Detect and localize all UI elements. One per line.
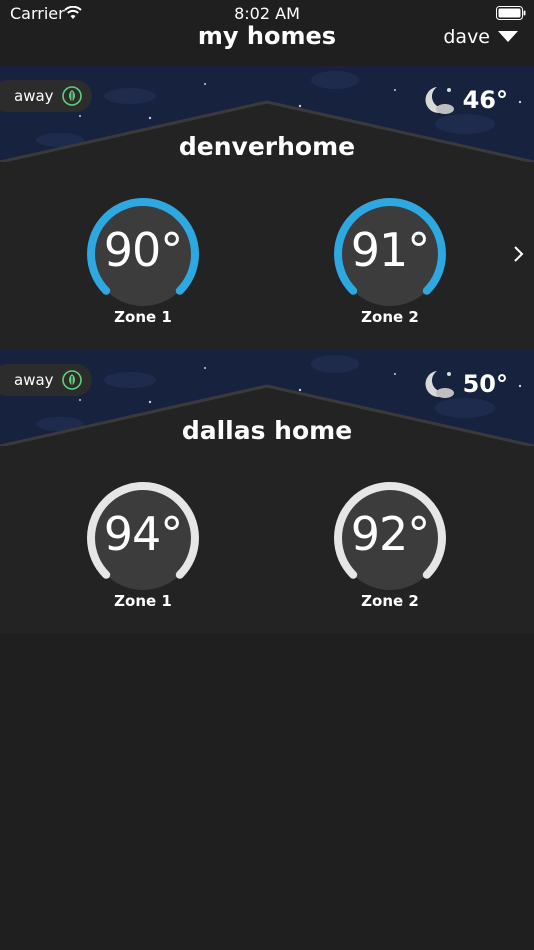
home-card[interactable]: away 46° denverhome 90° Zone 1 91° Zone … [0, 66, 534, 350]
weather-display: 46° [421, 84, 508, 116]
zone-thermostat[interactable]: 90° Zone 1 [83, 196, 203, 326]
nav-bar: my homes dave [0, 22, 534, 66]
zone-label: Zone 2 [361, 308, 419, 326]
zone-thermostat[interactable]: 94° Zone 1 [83, 480, 203, 610]
zone-temperature: 90° [103, 223, 184, 277]
user-menu-button[interactable]: dave [443, 24, 518, 50]
chevron-down-icon [498, 31, 518, 42]
thermostat-dial: 94° [83, 480, 203, 592]
zone-temperature: 92° [350, 507, 431, 561]
zone-label: Zone 1 [114, 308, 172, 326]
weather-display: 50° [421, 368, 508, 400]
thermostat-dial: 91° [330, 196, 450, 308]
outside-temperature: 46° [462, 86, 508, 114]
moon-cloud-icon [425, 371, 454, 398]
chevron-right-icon[interactable] [512, 242, 526, 266]
zone-label: Zone 1 [114, 592, 172, 610]
zone-temperature: 94° [103, 507, 184, 561]
leaf-icon [61, 370, 82, 390]
battery-icon [496, 6, 526, 20]
zone-thermostat[interactable]: 92° Zone 2 [330, 480, 450, 610]
moon-cloud-icon [425, 87, 454, 114]
home-name: denverhome [178, 132, 356, 161]
thermostat-dial: 92° [330, 480, 450, 592]
away-mode-toggle[interactable]: away [0, 80, 92, 112]
status-time: 8:02 AM [234, 4, 300, 23]
home-card[interactable]: away 50° dallas home 94° Zone 1 92° Zone… [0, 350, 534, 634]
app-screen: Carrier 8:02 AM my homes dave away 46° d… [0, 0, 534, 950]
zone-temperature: 91° [350, 223, 431, 277]
outside-temperature: 50° [462, 370, 508, 398]
away-mode-label: away [14, 371, 54, 389]
thermostat-dial: 90° [83, 196, 203, 308]
leaf-icon [61, 86, 82, 106]
away-mode-label: away [14, 87, 54, 105]
away-mode-toggle[interactable]: away [0, 364, 92, 396]
zone-thermostat[interactable]: 91° Zone 2 [330, 196, 450, 326]
home-name: dallas home [181, 416, 353, 445]
user-name: dave [443, 26, 490, 48]
zone-label: Zone 2 [361, 592, 419, 610]
